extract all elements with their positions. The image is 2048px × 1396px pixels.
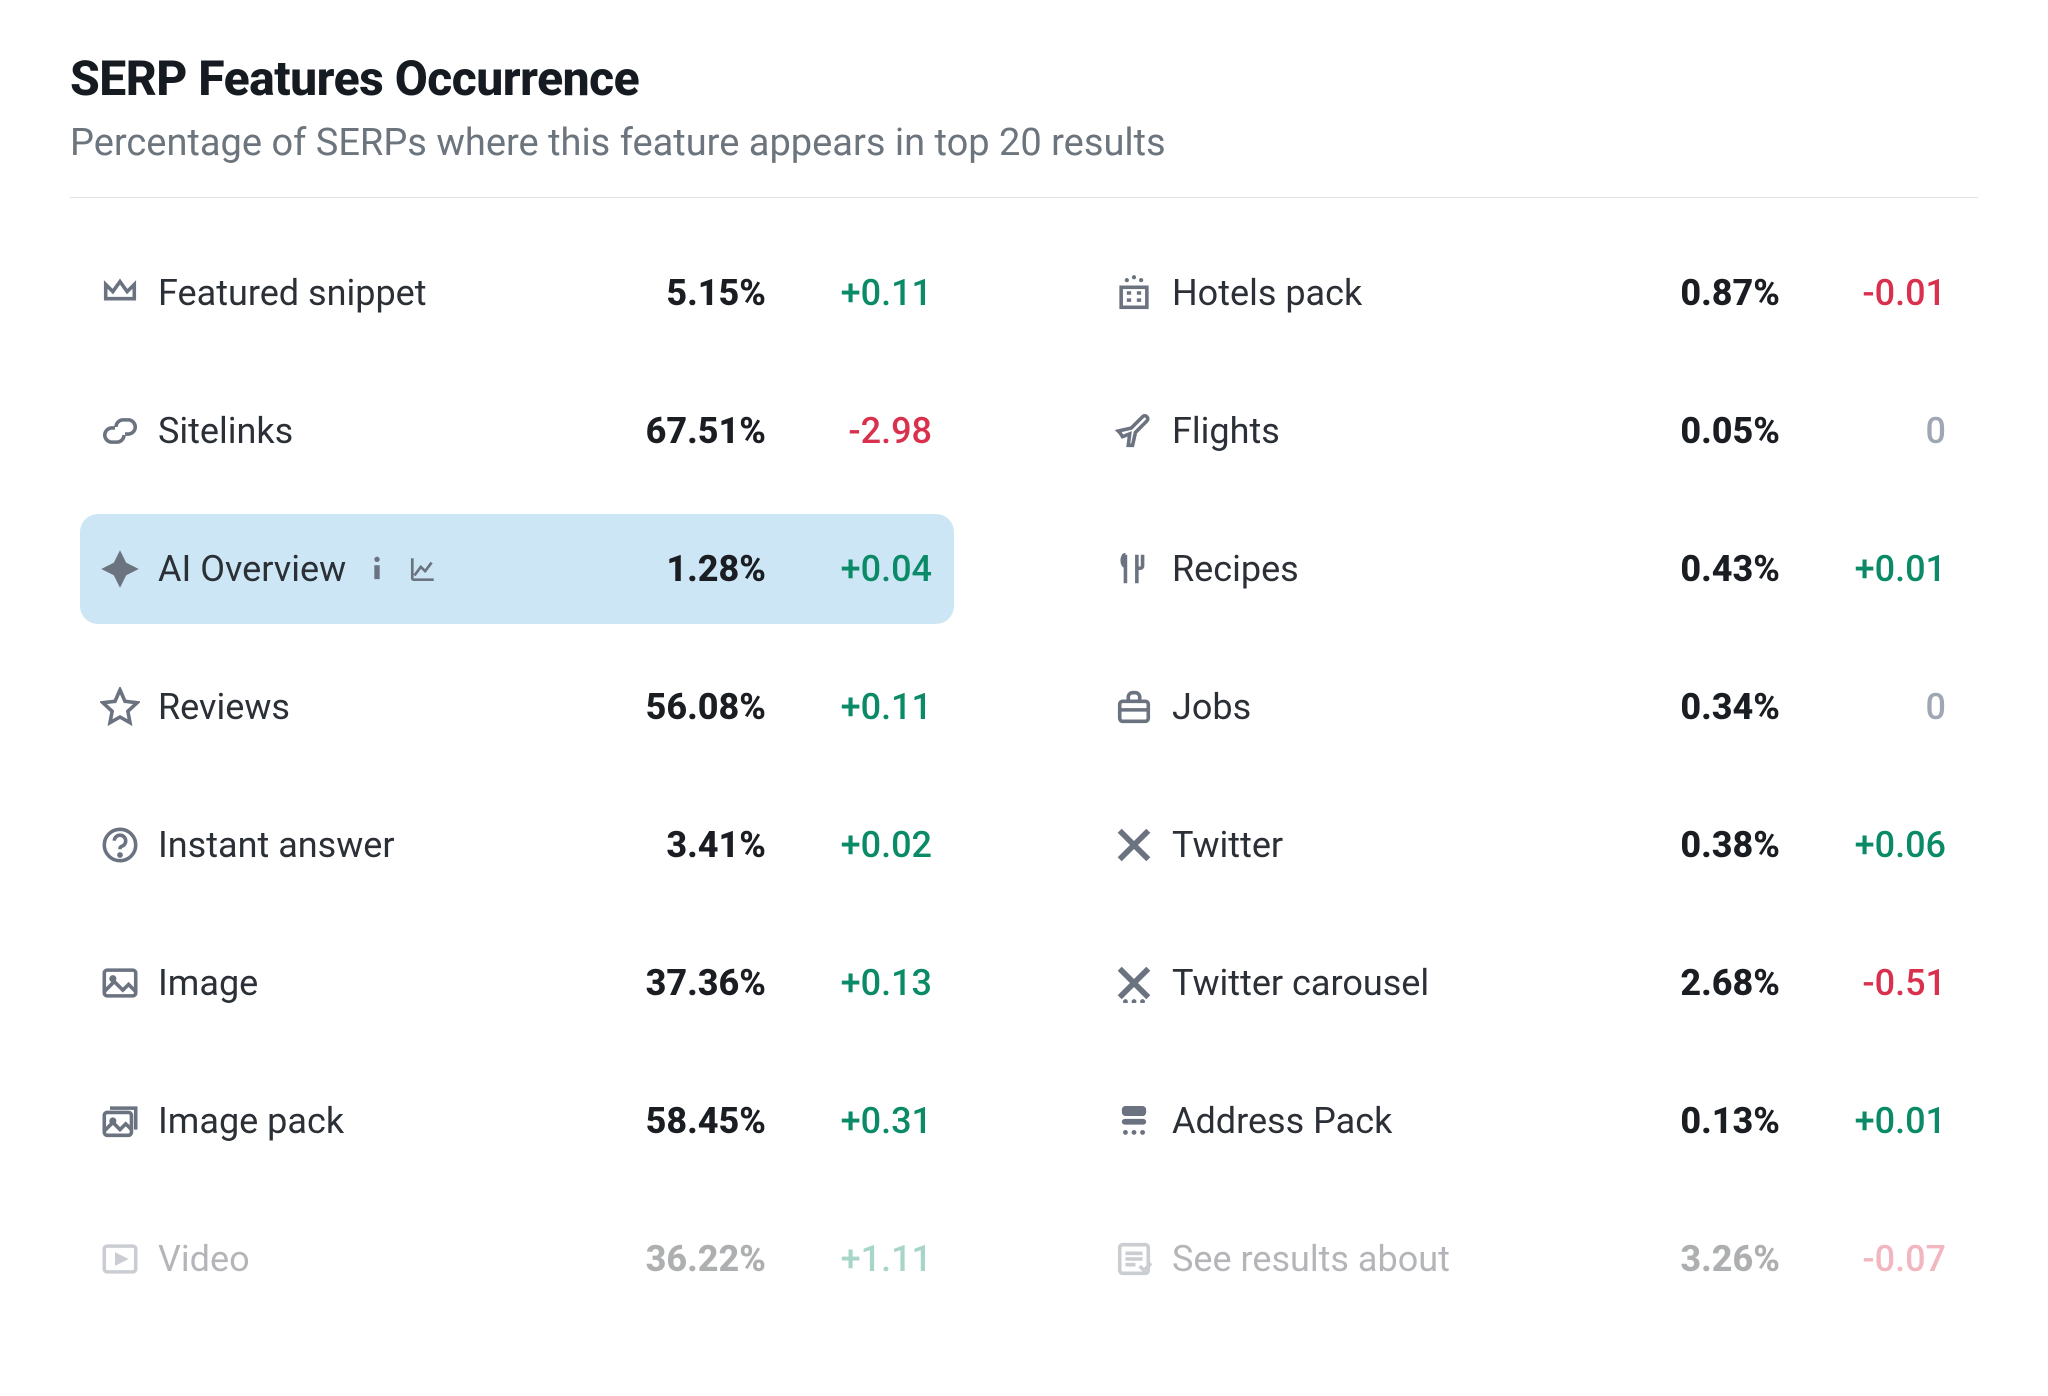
feature-delta: -2.98 [766,410,936,452]
info-icon[interactable] [362,554,392,584]
feature-label: Twitter carousel [1172,962,1429,1004]
feature-delta: 0 [1780,410,1950,452]
feature-value: 3.41% [576,824,766,866]
feature-delta: -0.01 [1780,272,1950,314]
feature-value: 0.13% [1590,1100,1780,1142]
feature-label: Recipes [1172,548,1299,590]
link-icon [98,409,142,453]
feature-label: AI Overview [158,548,346,590]
image-icon [98,961,142,1005]
feature-value: 3.26% [1590,1238,1780,1280]
video-icon [98,1237,142,1281]
twittercar-icon [1112,961,1156,1005]
feature-row[interactable]: Image 37.36%+0.13 [80,928,954,1038]
feature-value: 36.22% [576,1238,766,1280]
feature-value: 56.08% [576,686,766,728]
feature-row[interactable]: See results about 3.26%-0.07 [1094,1204,1968,1314]
feature-row[interactable]: Hotels pack 0.87%-0.01 [1094,238,1968,348]
feature-delta: +0.02 [766,824,936,866]
feature-delta: 0 [1780,686,1950,728]
feature-value: 67.51% [576,410,766,452]
feature-row[interactable]: AI Overview 1.28%+0.04 [80,514,954,624]
hotel-icon [1112,271,1156,315]
feature-label: Featured snippet [158,272,427,314]
feature-value: 0.38% [1590,824,1780,866]
crown-icon [98,271,142,315]
feature-row[interactable]: Recipes 0.43%+0.01 [1094,514,1968,624]
feature-row[interactable]: Reviews 56.08%+0.11 [80,652,954,762]
feature-label: Reviews [158,686,290,728]
feature-delta: +0.31 [766,1100,936,1142]
feature-label: Jobs [1172,686,1251,728]
address-icon [1112,1099,1156,1143]
feature-delta: +0.01 [1780,1100,1950,1142]
feature-label: Image [158,962,258,1004]
feature-value: 37.36% [576,962,766,1004]
page-title: SERP Features Occurrence [70,50,1978,107]
recipes-icon [1112,547,1156,591]
feature-row[interactable]: Instant answer 3.41%+0.02 [80,790,954,900]
star-icon [98,685,142,729]
chart-icon[interactable] [408,554,438,584]
jobs-icon [1112,685,1156,729]
twitter-icon [1112,823,1156,867]
features-grid: Featured snippet5.15%+0.11Sitelinks67.51… [70,238,1978,1342]
feature-label: Address Pack [1172,1100,1392,1142]
feature-row[interactable]: Video 36.22%+1.11 [80,1204,954,1314]
feature-value: 0.34% [1590,686,1780,728]
divider [70,197,1978,198]
plane-icon [1112,409,1156,453]
feature-value: 1.28% [576,548,766,590]
imagepack-icon [98,1099,142,1143]
feature-value: 5.15% [576,272,766,314]
feature-value: 58.45% [576,1100,766,1142]
feature-value: 2.68% [1590,962,1780,1004]
feature-delta: +0.13 [766,962,936,1004]
feature-delta: -0.51 [1780,962,1950,1004]
feature-label: Image pack [158,1100,344,1142]
feature-label: Flights [1172,410,1280,452]
feature-value: 0.43% [1590,548,1780,590]
feature-label: Instant answer [158,824,395,866]
feature-row[interactable]: Image pack 58.45%+0.31 [80,1066,954,1176]
feature-row[interactable]: Featured snippet 5.15%+0.11 [80,238,954,348]
feature-label: See results about [1172,1238,1450,1280]
feature-row[interactable]: Twitter 0.38%+0.06 [1094,790,1968,900]
feature-delta: -0.07 [1780,1238,1950,1280]
feature-delta: +0.11 [766,686,936,728]
feature-label: Video [158,1238,250,1280]
feature-row[interactable]: Address Pack 0.13%+0.01 [1094,1066,1968,1176]
feature-label: Hotels pack [1172,272,1362,314]
features-col-left: Featured snippet5.15%+0.11Sitelinks67.51… [80,238,954,1342]
feature-row[interactable]: Jobs 0.34%0 [1094,652,1968,762]
features-col-right: Hotels pack0.87%-0.01Flights0.05%0Recipe… [1094,238,1968,1342]
feature-row[interactable]: Sitelinks 67.51%-2.98 [80,376,954,486]
feature-delta: +0.04 [766,548,936,590]
sparkle-icon [98,547,142,591]
results-icon [1112,1237,1156,1281]
feature-row[interactable]: Flights 0.05%0 [1094,376,1968,486]
feature-value: 0.87% [1590,272,1780,314]
feature-label: Twitter [1172,824,1283,866]
feature-delta: +0.01 [1780,548,1950,590]
feature-value: 0.05% [1590,410,1780,452]
question-icon [98,823,142,867]
feature-delta: +0.06 [1780,824,1950,866]
feature-label: Sitelinks [158,410,293,452]
feature-row[interactable]: Twitter carousel 2.68%-0.51 [1094,928,1968,1038]
feature-delta: +1.11 [766,1238,936,1280]
page-subtitle: Percentage of SERPs where this feature a… [70,121,1978,165]
feature-delta: +0.11 [766,272,936,314]
